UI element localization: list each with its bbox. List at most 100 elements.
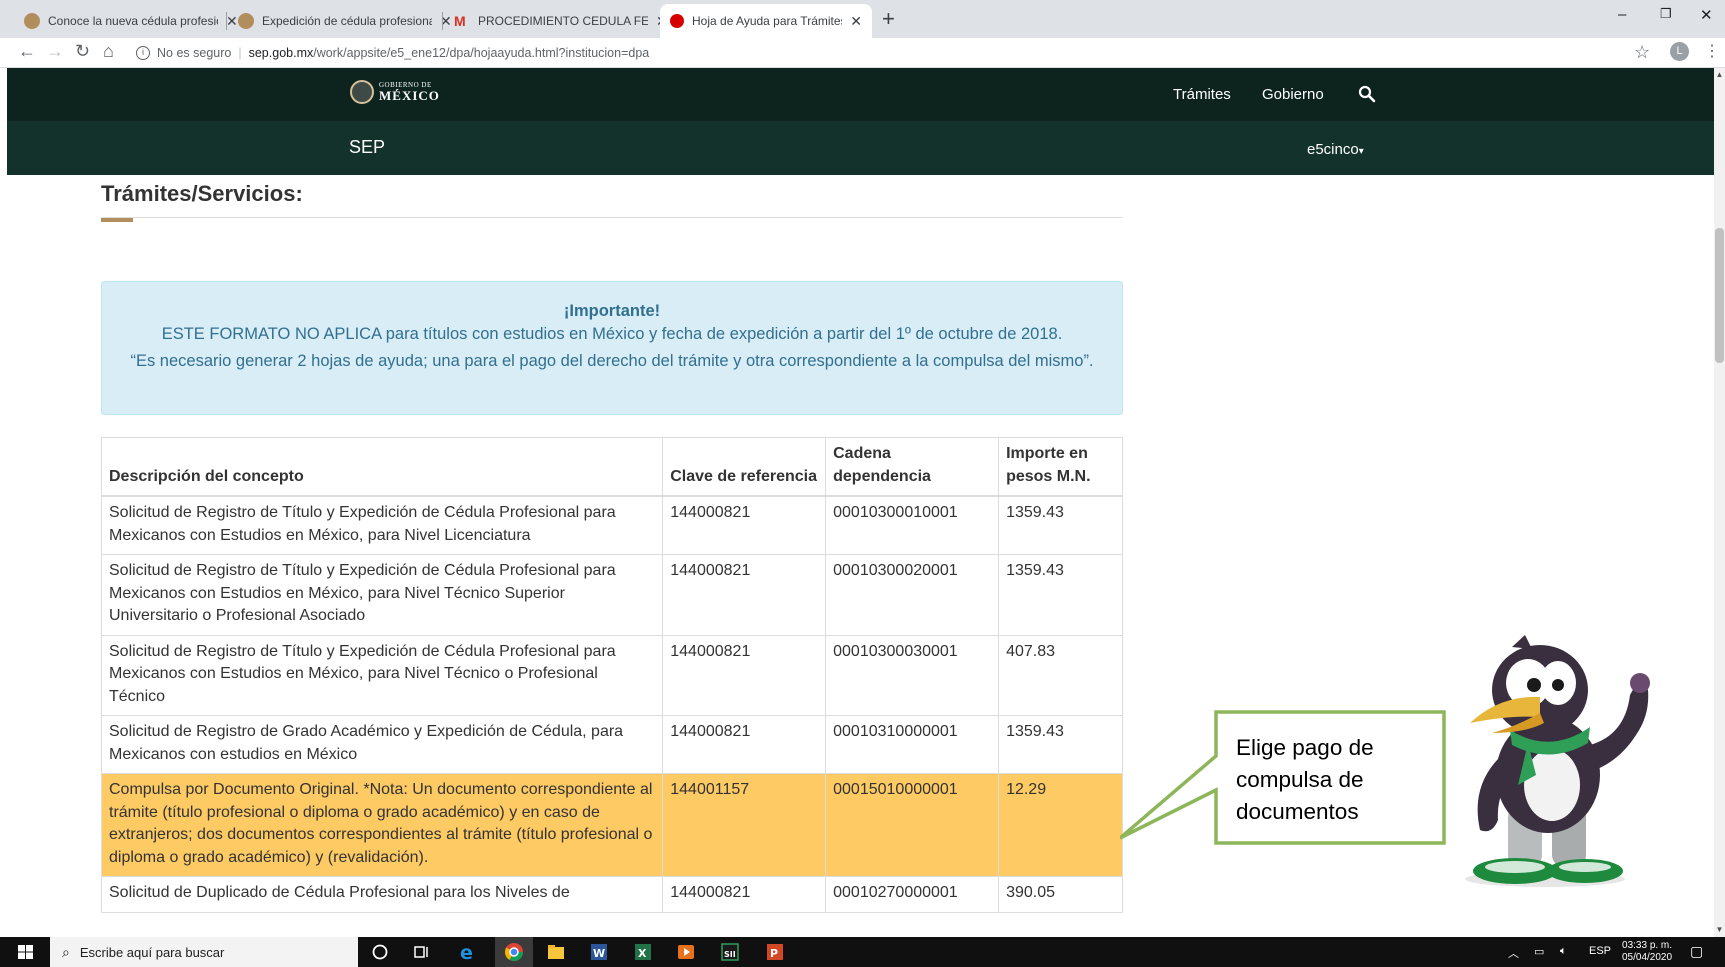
- page-title: Trámites/Servicios:: [101, 181, 303, 206]
- tab-favicon-icon: [238, 13, 254, 29]
- svg-text:e: e: [460, 942, 473, 962]
- cell-descripcion: Solicitud de Registro de Título y Expedi…: [100, 495, 664, 555]
- sep-subheader: SEP e5cinco▾: [7, 121, 1714, 175]
- gobierno-mexico-logo[interactable]: GOBIERNO DE MÉXICO: [350, 80, 440, 104]
- minimize-icon[interactable]: –: [1618, 6, 1626, 23]
- cell-descripcion: Solicitud de Registro de Título y Expedi…: [100, 634, 664, 716]
- forward-arrow-icon[interactable]: →: [46, 41, 64, 62]
- nav-gobierno[interactable]: Gobierno: [1262, 86, 1324, 103]
- page-scrollbar[interactable]: [1714, 68, 1725, 937]
- cortana-icon[interactable]: [370, 942, 390, 962]
- browser-menu-icon[interactable]: ⋮: [1704, 41, 1720, 61]
- volume-icon[interactable]: 🔈︎: [1560, 945, 1567, 958]
- table-header-row: Descripción del concepto Clave de refere…: [100, 437, 1123, 497]
- powerpoint-icon[interactable]: P: [765, 942, 785, 962]
- cell-clave: 144000821: [662, 715, 827, 774]
- title-divider: [101, 217, 1123, 218]
- alert-line-1: ESTE FORMATO NO APLICA para títulos con …: [161, 325, 1063, 343]
- security-status: No es seguro: [157, 46, 232, 60]
- word-icon[interactable]: W: [589, 942, 609, 962]
- browser-tab-1[interactable]: Conoce la nueva cédula profesio ✕: [14, 4, 248, 38]
- taskbar-clock[interactable]: 03:33 p. m. 05/04/2020: [1622, 940, 1672, 964]
- restore-icon[interactable]: ❐: [1660, 6, 1672, 22]
- home-icon[interactable]: ⌂: [103, 41, 114, 62]
- task-view-icon[interactable]: [412, 942, 432, 962]
- screen: Conoce la nueva cédula profesio ✕ Expedi…: [0, 0, 1725, 967]
- bookmark-star-icon[interactable]: ☆: [1634, 42, 1650, 63]
- table-row[interactable]: Solicitud de Duplicado de Cédula Profesi…: [100, 876, 1123, 913]
- close-window-icon[interactable]: ✕: [1700, 6, 1713, 24]
- cell-importe: 390.05: [998, 876, 1123, 913]
- back-arrow-icon[interactable]: ←: [18, 41, 36, 62]
- e5cinco-label: e5cinco: [1307, 141, 1359, 158]
- chevron-up-icon[interactable]: ︿: [1508, 945, 1519, 961]
- table-row[interactable]: Solicitud de Registro de Título y Expedi…: [100, 634, 1123, 716]
- close-tab-icon[interactable]: ✕: [850, 13, 862, 30]
- cell-importe: 12.29: [998, 773, 1123, 877]
- new-tab-button[interactable]: +: [882, 6, 895, 32]
- windows-start-icon[interactable]: [18, 945, 33, 959]
- taskbar-search-box[interactable]: ⌕ Escribe aquí para buscar: [50, 937, 358, 967]
- svg-text:X: X: [638, 947, 647, 960]
- sep-title[interactable]: SEP: [349, 137, 385, 158]
- tab-title: PROCEDIMIENTO CEDULA FEDER: [478, 14, 648, 28]
- cell-cadena: 00010300030001: [825, 634, 1000, 716]
- tab-title: Expedición de cédula profesional: [262, 14, 432, 28]
- scroll-up-icon[interactable]: ▲: [1714, 70, 1725, 79]
- svg-text:P: P: [770, 947, 778, 960]
- cell-descripcion: Solicitud de Registro de Título y Expedi…: [100, 554, 664, 636]
- cell-importe: 1359.43: [998, 715, 1123, 774]
- sii-app-icon[interactable]: SII: [720, 942, 740, 962]
- chrome-icon[interactable]: [504, 942, 524, 962]
- cell-cadena: 00015010000001: [825, 773, 1000, 877]
- cell-clave: 144001157: [662, 773, 827, 877]
- reload-icon[interactable]: ↻: [75, 41, 90, 62]
- table-row[interactable]: Solicitud de Registro de Título y Expedi…: [100, 554, 1123, 636]
- browser-tab-bar: Conoce la nueva cédula profesio ✕ Expedi…: [0, 0, 1725, 38]
- language-indicator[interactable]: ESP: [1589, 945, 1611, 957]
- windows-taskbar: ⌕ Escribe aquí para buscar e W X SII P ︿…: [0, 937, 1725, 967]
- tab-title: Conoce la nueva cédula profesio: [48, 14, 218, 28]
- notifications-icon[interactable]: ▢: [1690, 943, 1703, 960]
- e5cinco-dropdown[interactable]: e5cinco▾: [1307, 141, 1364, 158]
- caret-down-icon: ▾: [1358, 146, 1364, 157]
- search-icon: ⌕: [62, 943, 70, 960]
- cell-clave: 144000821: [662, 495, 827, 555]
- cell-clave: 144000821: [662, 634, 827, 716]
- file-explorer-icon[interactable]: [546, 942, 566, 962]
- url-divider: |: [238, 46, 242, 60]
- cell-cadena: 00010270000001: [825, 876, 1000, 913]
- header-descripcion: Descripción del concepto: [100, 437, 664, 497]
- browser-tab-active[interactable]: Hoja de Ayuda para Trámites y S ✕: [660, 4, 872, 38]
- header-cadena: Cadena dependencia: [825, 437, 1000, 497]
- gmail-icon: M: [454, 13, 466, 29]
- header-clave: Clave de referencia: [662, 437, 827, 497]
- mascot-illustration: [1465, 635, 1650, 887]
- nav-tramites[interactable]: Trámites: [1173, 86, 1231, 103]
- address-bar[interactable]: i No es seguro | sep.gob.mx /work/appsit…: [136, 41, 1636, 65]
- media-player-icon[interactable]: [676, 942, 696, 962]
- search-icon[interactable]: [1358, 85, 1376, 103]
- clock-time: 03:33 p. m.: [1622, 940, 1673, 951]
- title-accent-bar: [101, 218, 133, 222]
- edge-icon[interactable]: e: [458, 942, 478, 962]
- info-icon[interactable]: i: [136, 46, 150, 60]
- alert-heading: ¡Importante!: [563, 302, 661, 320]
- tab-title: Hoja de Ayuda para Trámites y S: [692, 14, 843, 28]
- network-icon[interactable]: ▭: [1534, 945, 1544, 958]
- excel-icon[interactable]: X: [633, 942, 653, 962]
- profile-avatar[interactable]: L: [1670, 42, 1689, 61]
- cell-importe: 407.83: [998, 634, 1123, 716]
- cell-clave: 144000821: [662, 554, 827, 636]
- table-row[interactable]: Solicitud de Registro de Título y Expedi…: [100, 495, 1123, 555]
- scroll-down-icon[interactable]: ▼: [1714, 925, 1725, 934]
- table-row[interactable]: Solicitud de Registro de Grado Académico…: [100, 715, 1123, 774]
- seal-icon: [350, 80, 374, 104]
- cell-descripcion: Solicitud de Registro de Grado Académico…: [100, 715, 664, 774]
- table-row-highlighted[interactable]: Compulsa por Documento Original. *Nota: …: [100, 773, 1123, 877]
- scrollbar-thumb[interactable]: [1715, 228, 1724, 363]
- browser-tab-3[interactable]: M PROCEDIMIENTO CEDULA FEDER ✕: [444, 4, 678, 38]
- tab-divider: [226, 12, 227, 30]
- browser-tab-2[interactable]: Expedición de cédula profesional ✕: [228, 4, 462, 38]
- svg-text:SII: SII: [724, 950, 736, 959]
